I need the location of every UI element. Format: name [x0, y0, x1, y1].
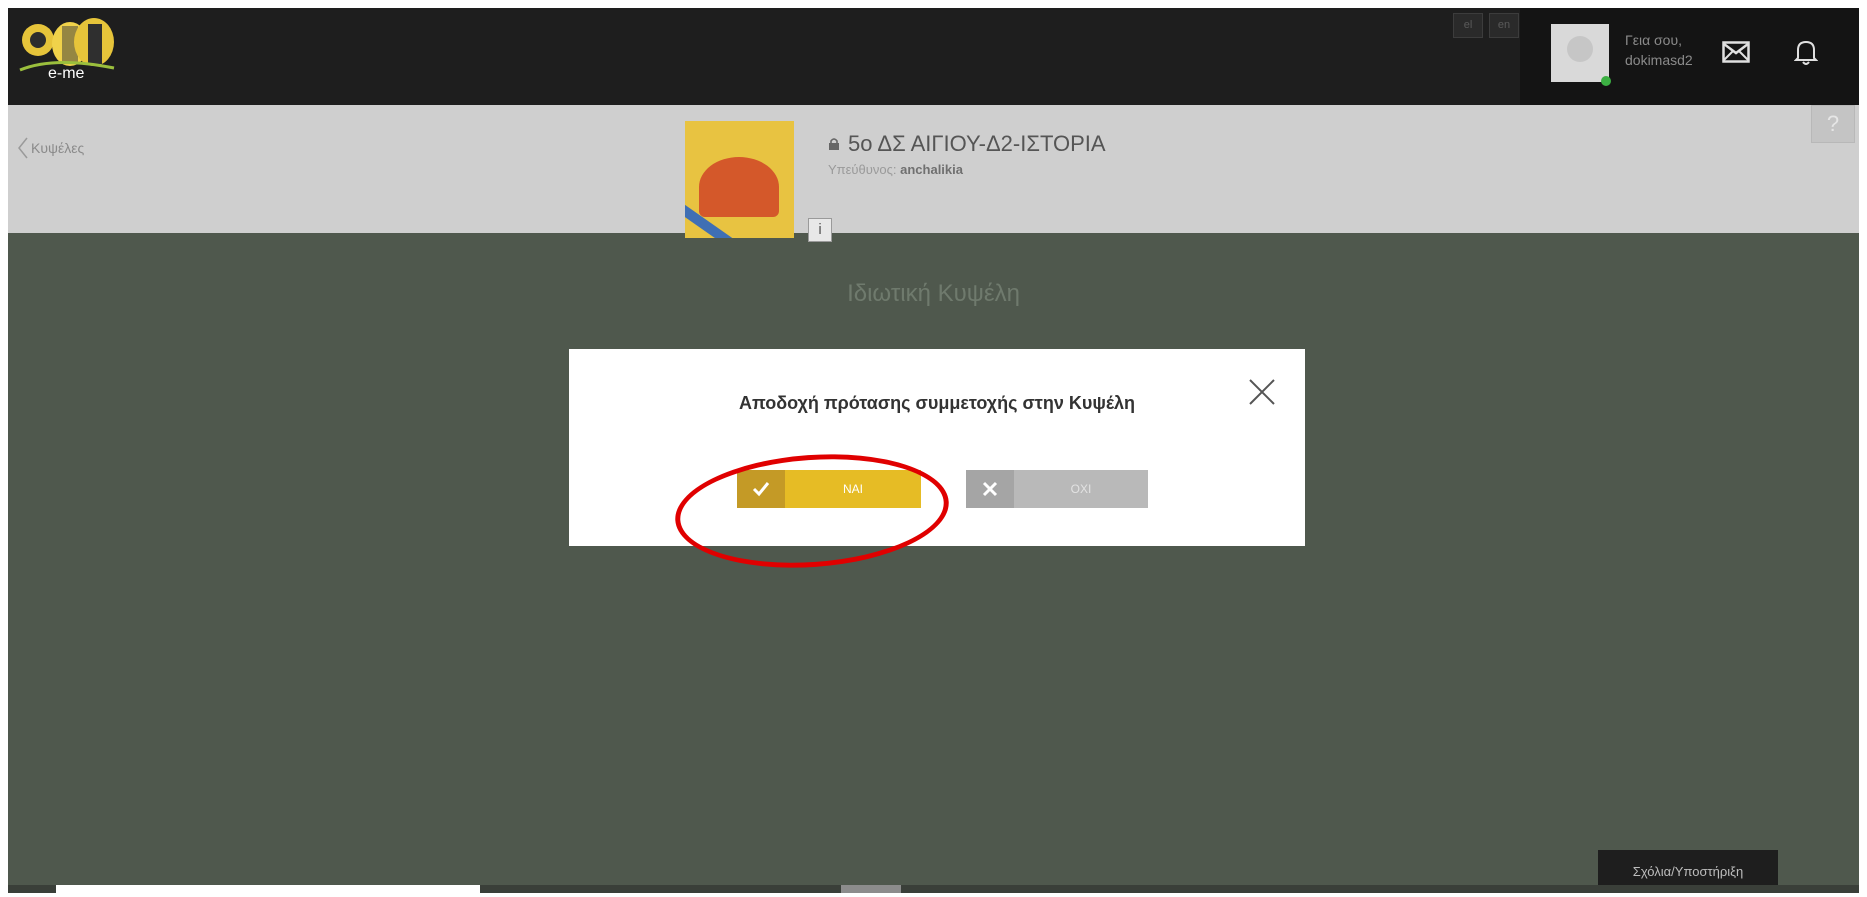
hive-title-text: 5ο ΔΣ ΑΙΓΙΟΥ-Δ2-ΙΣΤΟΡΙΑ: [848, 131, 1106, 156]
help-button[interactable]: ?: [1811, 105, 1855, 143]
bottom-tab[interactable]: [841, 885, 901, 893]
dialog-close-button[interactable]: [1247, 377, 1277, 407]
avatar[interactable]: [1551, 24, 1609, 82]
lock-icon: [829, 138, 839, 150]
hive-title: 5ο ΔΣ ΑΙΓΙΟΥ-Δ2-ΙΣΤΟΡΙΑ: [828, 131, 1106, 157]
no-button[interactable]: ΟΧΙ: [966, 470, 1148, 508]
messages-button[interactable]: [1716, 32, 1756, 72]
owner-name[interactable]: anchalikia: [900, 162, 963, 177]
logo-bee-icon: e-me: [19, 18, 115, 82]
online-status-dot: [1601, 76, 1611, 86]
eme-logo[interactable]: e-me: [14, 12, 134, 92]
bottom-chat-input[interactable]: [56, 885, 480, 893]
top-bar: e-me el en Γεια σου, dokimasd2: [8, 8, 1859, 105]
accept-invitation-dialog: Αποδοχή πρότασης συμμετοχής στην Κυψέλη …: [569, 349, 1305, 546]
app-frame: e-me el en Γεια σου, dokimasd2 Κυψέλες 5…: [8, 8, 1859, 893]
language-en-button[interactable]: en: [1489, 13, 1519, 38]
yes-button[interactable]: ΝΑΙ: [737, 470, 921, 508]
close-icon: [1249, 379, 1275, 405]
bell-icon: [1794, 40, 1818, 65]
svg-text:e-me: e-me: [48, 65, 85, 82]
back-to-hives-link[interactable]: Κυψέλες: [18, 137, 84, 159]
dialog-title: Αποδοχή πρότασης συμμετοχής στην Κυψέλη: [738, 393, 1136, 413]
notifications-button[interactable]: [1786, 32, 1826, 72]
yes-button-label: ΝΑΙ: [842, 482, 863, 496]
owner-label: Υπεύθυνος:: [828, 162, 897, 177]
no-button-label: ΟΧΙ: [1070, 482, 1092, 496]
check-icon: [737, 470, 785, 508]
private-hive-label: Ιδιωτική Κυψέλη: [847, 280, 1020, 307]
back-link-label: Κυψέλες: [31, 140, 85, 156]
language-el-button[interactable]: el: [1453, 13, 1483, 38]
x-icon: [966, 470, 1014, 508]
username: dokimasd2: [1625, 52, 1693, 68]
chevron-left-icon: [18, 137, 28, 159]
hive-owner: Υπεύθυνος: anchalikia: [828, 162, 963, 177]
mail-icon: [1722, 41, 1750, 63]
hive-info-button[interactable]: i: [808, 218, 832, 242]
user-greeting[interactable]: Γεια σου, dokimasd2: [1625, 30, 1693, 70]
user-panel: Γεια σου, dokimasd2: [1520, 8, 1859, 105]
greeting-text: Γεια σου,: [1625, 32, 1683, 48]
hive-cover-image: [685, 121, 794, 238]
hive-header: Κυψέλες 5ο ΔΣ ΑΙΓΙΟΥ-Δ2-ΙΣΤΟΡΙΑ Υπεύθυνο…: [8, 105, 1859, 242]
